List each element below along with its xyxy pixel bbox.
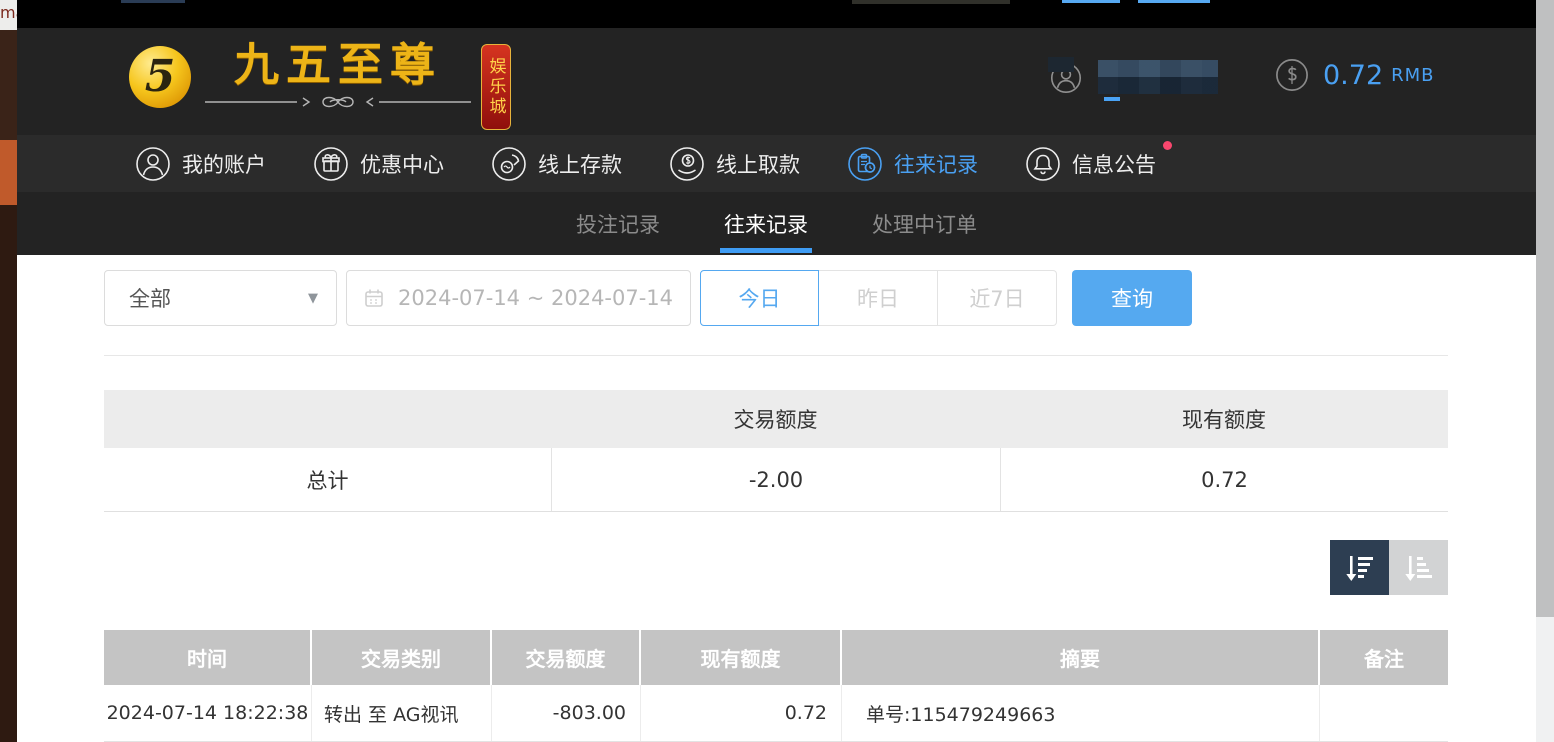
cutoff-fragment <box>121 0 185 3</box>
nav-label: 信息公告 <box>1072 149 1156 179</box>
background-strip-brown <box>0 205 17 742</box>
logo-mark: 5 <box>145 55 176 99</box>
date-range-input[interactable]: 2024-07-14 ~ 2024-07-14 <box>346 270 691 326</box>
logo-badge: 娱乐城 <box>481 44 511 130</box>
quick-yesterday-button[interactable]: 昨日 <box>819 270 938 326</box>
nav-item-transaction-records[interactable]: 往来记录 <box>847 146 978 182</box>
cell-summary: 单号:115479249663 <box>842 685 1320 741</box>
summary-table: 交易额度 现有额度 总计 -2.00 0.72 <box>104 390 1448 512</box>
col-amount: 交易额度 <box>492 630 641 685</box>
cell-type: 转出 至 AG视讯 <box>312 685 492 741</box>
nav-label: 优惠中心 <box>360 149 444 179</box>
sort-desc-icon <box>1343 552 1377 584</box>
cell-balance: 0.72 <box>641 685 842 741</box>
logo-flourish-icon <box>203 94 473 110</box>
account-info[interactable] <box>1050 60 1218 94</box>
wallet-balance[interactable]: 0.72 RMB <box>1275 58 1435 92</box>
divider <box>104 355 1448 356</box>
tab-betting-records[interactable]: 投注记录 <box>572 192 664 255</box>
cell-time: 2024-07-14 18:22:38 <box>104 685 312 741</box>
scrollbar-thumb[interactable] <box>1536 0 1554 617</box>
records-header-row: 时间 交易类别 交易额度 现有额度 摘要 备注 <box>104 630 1448 685</box>
page: ma 5 九五至尊 <box>0 0 1554 742</box>
quick-today-button[interactable]: 今日 <box>700 270 819 326</box>
summary-total-row: 总计 -2.00 0.72 <box>104 448 1448 512</box>
withdraw-icon <box>669 146 705 182</box>
nav-item-promotions[interactable]: 优惠中心 <box>313 146 444 182</box>
col-remark: 备注 <box>1320 630 1448 685</box>
censored-underline <box>1104 97 1120 101</box>
summary-header-trade: 交易额度 <box>551 390 1000 448</box>
balance-amount: 0.72 <box>1323 60 1383 91</box>
nav-item-deposit[interactable]: 线上存款 <box>491 146 622 182</box>
site-logo[interactable]: 5 九五至尊 娱乐城 <box>129 38 511 130</box>
summary-total-label: 总计 <box>104 448 551 511</box>
nav-item-my-account[interactable]: 我的账户 <box>135 146 266 182</box>
censored-username <box>1098 60 1218 94</box>
content-area: 全部 ▼ 2024-07-14 ~ 2024-07-14 今日 昨日 近7日 查… <box>17 255 1536 742</box>
records-icon <box>847 146 883 182</box>
col-summary: 摘要 <box>842 630 1320 685</box>
quick-range-group: 今日 昨日 近7日 <box>700 270 1057 326</box>
background-strip-orange <box>0 140 17 205</box>
cutoff-button-border <box>1062 0 1120 3</box>
bell-icon <box>1025 146 1061 182</box>
quick-last7days-button[interactable]: 近7日 <box>938 270 1057 326</box>
table-row: 2024-07-14 18:22:38 转出 至 AG视讯 -803.00 0.… <box>104 685 1448 742</box>
col-type: 交易类别 <box>312 630 492 685</box>
query-button[interactable]: 查询 <box>1072 270 1192 326</box>
logo-circle-icon: 5 <box>129 46 191 108</box>
summary-header-empty <box>104 390 551 448</box>
summary-balance-total: 0.72 <box>1000 448 1448 511</box>
summary-trade-total: -2.00 <box>551 448 1000 511</box>
nav-item-announcements[interactable]: 信息公告 <box>1025 146 1156 182</box>
background-strip-dark <box>0 30 17 140</box>
cell-remark <box>1320 685 1448 741</box>
date-range-value: 2024-07-14 ~ 2024-07-14 <box>398 286 673 310</box>
user-icon <box>135 146 171 182</box>
nav-label: 往来记录 <box>894 149 978 179</box>
cutoff-fragment <box>852 0 1010 4</box>
cutoff-button-border <box>1138 0 1210 3</box>
cutoff-top-strip <box>17 0 1536 28</box>
scrollbar-track[interactable] <box>1536 0 1554 742</box>
type-select[interactable]: 全部 ▼ <box>104 270 337 326</box>
balance-currency: RMB <box>1391 65 1434 86</box>
records-table: 时间 交易类别 交易额度 现有额度 摘要 备注 2024-07-14 18:22… <box>104 630 1448 742</box>
main-nav: 我的账户 优惠中心 线上存款 <box>17 135 1536 192</box>
background-tab-text: ma <box>0 0 17 30</box>
deposit-icon <box>491 146 527 182</box>
cell-amount: -803.00 <box>492 685 641 741</box>
summary-header-balance: 现有额度 <box>1000 390 1448 448</box>
sort-ascending-button[interactable] <box>1389 540 1448 595</box>
nav-label: 我的账户 <box>182 149 266 179</box>
sort-asc-icon <box>1402 552 1436 584</box>
notification-dot <box>1163 141 1172 150</box>
dollar-icon <box>1275 58 1309 92</box>
type-select-value: 全部 <box>129 283 171 313</box>
gift-icon <box>313 146 349 182</box>
tab-transaction-records[interactable]: 往来记录 <box>720 192 812 255</box>
nav-label: 线上取款 <box>716 149 800 179</box>
col-balance: 现有额度 <box>641 630 842 685</box>
calendar-icon <box>363 287 385 309</box>
nav-item-withdraw[interactable]: 线上取款 <box>669 146 800 182</box>
col-time: 时间 <box>104 630 312 685</box>
logo-title: 九五至尊 <box>234 38 442 92</box>
chevron-down-icon: ▼ <box>308 291 318 306</box>
censored-patch <box>1048 57 1074 72</box>
sort-descending-button[interactable] <box>1330 540 1389 595</box>
sort-button-group <box>1330 540 1448 595</box>
background-window-strip: ma <box>0 0 17 742</box>
record-subtabs: 投注记录 往来记录 处理中订单 <box>17 192 1536 255</box>
site-header: 5 九五至尊 娱乐城 <box>17 28 1536 135</box>
summary-header-row: 交易额度 现有额度 <box>104 390 1448 448</box>
nav-label: 线上存款 <box>538 149 622 179</box>
tab-pending-orders[interactable]: 处理中订单 <box>868 192 981 255</box>
